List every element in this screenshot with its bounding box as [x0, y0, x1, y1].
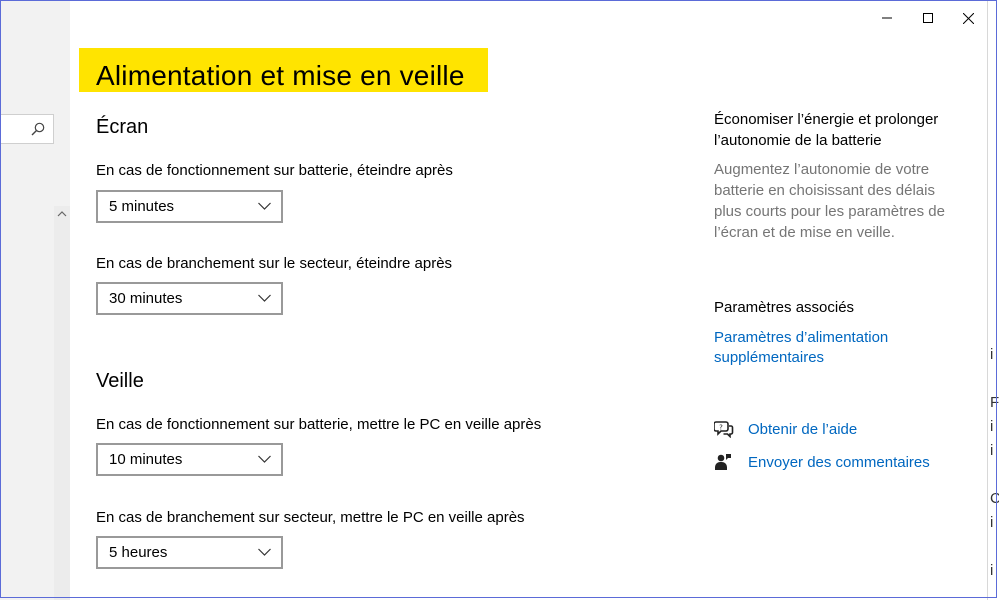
- dropdown-value: 30 minutes: [109, 290, 183, 307]
- get-help-row[interactable]: ? Obtenir de l’aide: [714, 420, 857, 438]
- chevron-down-icon: [258, 548, 271, 556]
- page-title: Alimentation et mise en veille: [96, 60, 465, 91]
- tip-description: Augmentez l’autonomie de votre batterie …: [714, 161, 945, 241]
- tip-title: Économiser l’énergie et prolonger l’auto…: [714, 111, 939, 149]
- additional-power-settings-link[interactable]: Paramètres d’alimentation supplémentaire…: [714, 328, 944, 368]
- feedback-icon: [714, 453, 748, 471]
- related-settings-title: Paramètres associés: [714, 299, 855, 316]
- background-scrollbar[interactable]: [54, 206, 70, 600]
- background-window-left: [0, 0, 70, 600]
- screen-plugged-label: En cas de branchement sur le secteur, ét…: [96, 255, 453, 272]
- dropdown-value: 10 minutes: [109, 451, 183, 468]
- screen-battery-dropdown[interactable]: 5 minutes: [96, 190, 283, 223]
- scroll-up-icon[interactable]: [57, 210, 67, 218]
- sleep-battery-dropdown[interactable]: 10 minutes: [96, 443, 283, 476]
- dropdown-value: 5 heures: [109, 544, 168, 561]
- sleep-plugged-dropdown[interactable]: 5 heures: [96, 536, 283, 569]
- send-feedback-link[interactable]: Envoyer des commentaires: [748, 454, 930, 471]
- chevron-down-icon: [258, 455, 271, 463]
- chevron-down-icon: [258, 294, 271, 302]
- sleep-section-heading: Veille: [96, 370, 144, 392]
- chevron-down-icon: [258, 202, 271, 210]
- background-window-right: i F i i C i i: [987, 0, 999, 600]
- background-search-box[interactable]: [0, 114, 54, 144]
- sleep-battery-label: En cas de fonctionnement sur batterie, m…: [96, 416, 542, 433]
- sleep-plugged-label: En cas de branchement sur secteur, mettr…: [96, 509, 525, 526]
- dropdown-value: 5 minutes: [109, 198, 175, 215]
- minimize-button[interactable]: [872, 6, 902, 30]
- svg-text:?: ?: [719, 424, 723, 432]
- maximize-icon: [923, 13, 933, 23]
- maximize-button[interactable]: [913, 6, 943, 30]
- close-icon: [962, 12, 974, 24]
- screen-plugged-dropdown[interactable]: 30 minutes: [96, 282, 283, 315]
- search-icon: [31, 122, 45, 136]
- close-button[interactable]: [953, 6, 983, 30]
- get-help-link[interactable]: Obtenir de l’aide: [748, 421, 857, 438]
- screen-battery-label: En cas de fonctionnement sur batterie, é…: [96, 162, 453, 179]
- minimize-icon: [882, 17, 892, 19]
- help-chat-icon: ?: [714, 420, 748, 438]
- send-feedback-row[interactable]: Envoyer des commentaires: [714, 453, 930, 471]
- screen-section-heading: Écran: [96, 116, 149, 138]
